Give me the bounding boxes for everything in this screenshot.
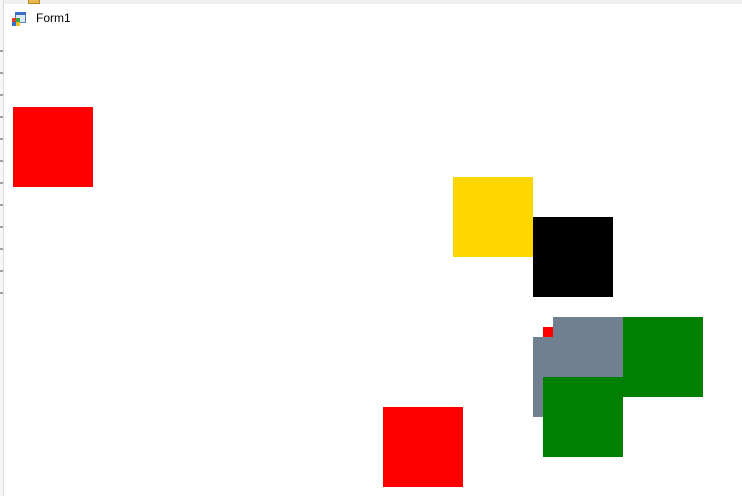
red-square-bottom: [383, 407, 463, 487]
green-square-right: [623, 317, 703, 397]
form-icon[interactable]: [12, 10, 28, 26]
green-square-bottom: [543, 377, 623, 457]
background-text-fragments: [0, 40, 3, 300]
black-square: [533, 217, 613, 297]
screen: Form1: [0, 0, 742, 496]
tiny-red-square: [543, 327, 553, 337]
window-title: Form1: [36, 11, 71, 25]
red-square-left: [13, 107, 93, 187]
window-titlebar[interactable]: Form1: [4, 4, 742, 32]
form-client-area[interactable]: [4, 32, 742, 496]
gold-square: [453, 177, 533, 257]
